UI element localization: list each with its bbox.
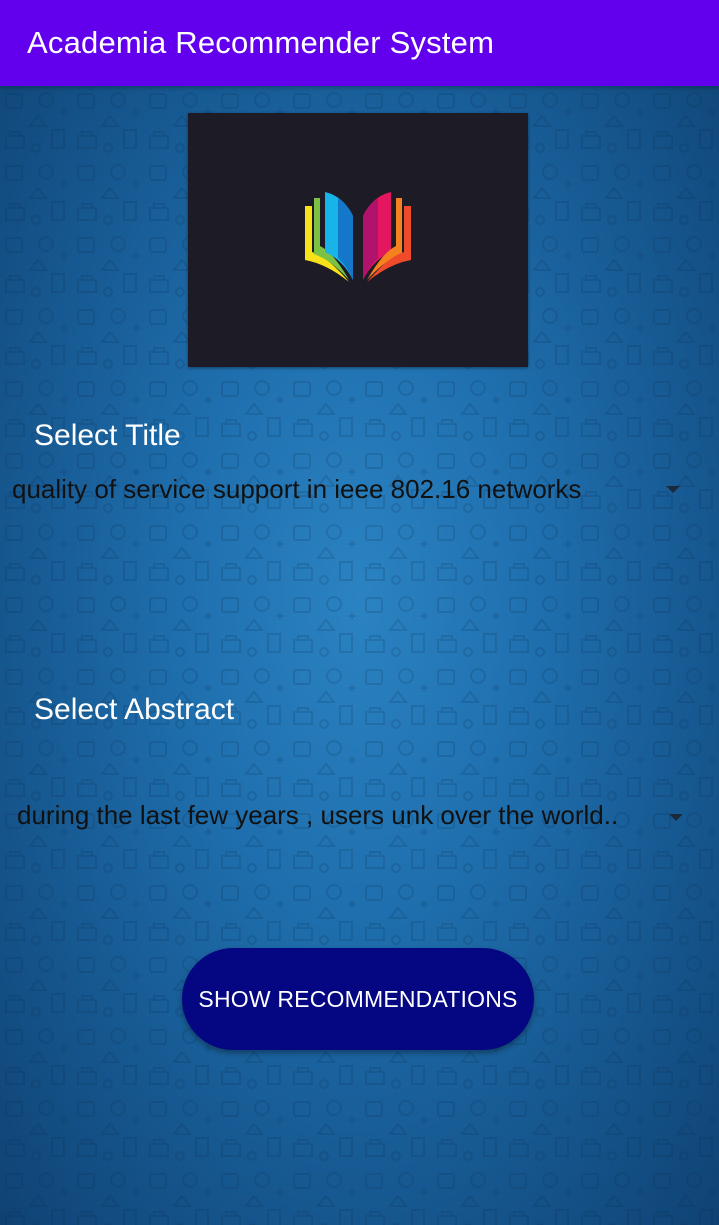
abstract-dropdown[interactable]: during the last few years , users unk ov… bbox=[0, 790, 719, 840]
main-content: Select Title quality of service support … bbox=[0, 86, 719, 1225]
select-title-label: Select Title bbox=[34, 419, 181, 452]
title-dropdown-value: quality of service support in ieee 802.1… bbox=[12, 474, 582, 504]
abstract-dropdown-value: during the last few years , users unk ov… bbox=[17, 800, 619, 830]
app-title: Academia Recommender System bbox=[27, 25, 495, 60]
dropdown-arrow-icon bbox=[666, 486, 680, 493]
select-abstract-label: Select Abstract bbox=[34, 693, 235, 726]
open-book-icon bbox=[305, 192, 411, 282]
show-recommendations-button[interactable]: SHOW RECOMMENDATIONS bbox=[182, 948, 534, 1050]
app-bar: Academia Recommender System bbox=[0, 0, 719, 86]
app-logo bbox=[188, 113, 528, 367]
dropdown-arrow-icon bbox=[669, 814, 683, 821]
title-dropdown[interactable]: quality of service support in ieee 802.1… bbox=[0, 464, 719, 514]
